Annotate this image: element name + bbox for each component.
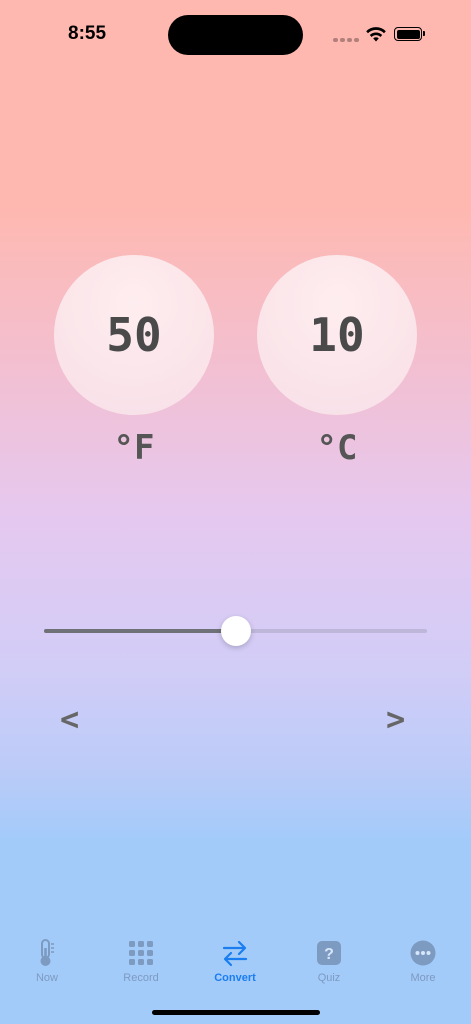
- celsius-value: 10: [309, 308, 365, 362]
- tab-now[interactable]: Now: [12, 938, 82, 984]
- tab-label: Quiz: [317, 972, 341, 984]
- previous-button[interactable]: <: [60, 700, 79, 738]
- tab-bar: Now Record Convert ? Quiz More: [0, 938, 471, 998]
- fahrenheit-value: 50: [106, 308, 162, 362]
- celsius-display: 10: [257, 255, 417, 415]
- slider-thumb[interactable]: [220, 616, 251, 646]
- status-time: 8:55: [68, 23, 107, 44]
- tab-more[interactable]: More: [388, 938, 458, 984]
- question-icon: ?: [315, 938, 343, 968]
- wifi-icon: [366, 27, 386, 42]
- svg-text:?: ?: [324, 946, 334, 963]
- tab-label: More: [410, 972, 436, 984]
- tab-label: Record: [123, 972, 159, 984]
- dynamic-island: [168, 15, 303, 55]
- tab-quiz[interactable]: ? Quiz: [294, 938, 364, 984]
- tab-record[interactable]: Record: [106, 938, 176, 984]
- arrows-swap-icon: [221, 938, 249, 968]
- next-button[interactable]: >: [386, 700, 405, 738]
- home-indicator: [152, 1010, 320, 1015]
- celsius-unit-label: °C: [316, 428, 358, 468]
- battery-icon: [394, 27, 425, 41]
- tab-label: Convert: [214, 972, 256, 984]
- fahrenheit-unit-label: °F: [113, 428, 155, 468]
- thermometer-icon: [33, 938, 61, 968]
- tab-label: Now: [35, 972, 58, 984]
- grid-icon: [127, 938, 155, 968]
- fahrenheit-display: 50: [54, 255, 214, 415]
- slider-fill: [44, 629, 236, 633]
- temperature-slider[interactable]: [44, 616, 427, 646]
- tab-convert[interactable]: Convert: [200, 938, 270, 984]
- ellipsis-circle-icon: [409, 938, 437, 968]
- cellular-signal-icon: [333, 38, 359, 42]
